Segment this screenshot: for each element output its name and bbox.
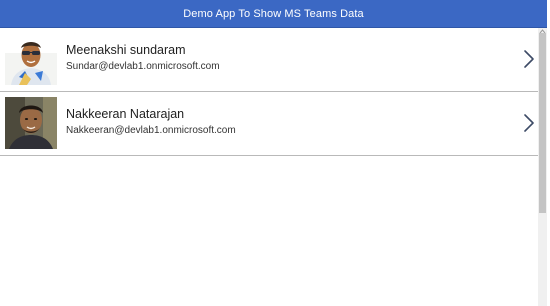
scrollbar-thumb[interactable] [539,33,546,213]
list-item[interactable]: Nakkeeran Natarajan Nakkeeran@devlab1.on… [0,92,538,156]
chevron-right-icon[interactable] [522,112,536,134]
app-window: Demo App To Show MS Teams Data Meenakshi… [0,0,550,306]
vertical-scrollbar[interactable] [538,28,547,306]
user-list: Meenakshi sundaram Sundar@devlab1.onmicr… [0,28,538,156]
user-photo-icon [5,97,57,149]
user-photo-icon [5,33,57,85]
user-name: Nakkeeran Natarajan [66,107,185,121]
list-item[interactable]: Meenakshi sundaram Sundar@devlab1.onmicr… [0,28,538,92]
user-name: Meenakshi sundaram [66,43,186,57]
page-title: Demo App To Show MS Teams Data [183,7,364,20]
avatar [5,97,57,149]
chevron-right-icon[interactable] [522,48,536,70]
user-email: Sundar@devlab1.onmicrosoft.com [66,61,220,72]
avatar [5,33,57,85]
user-email: Nakkeeran@devlab1.onmicrosoft.com [66,125,236,136]
app-header: Demo App To Show MS Teams Data [0,0,547,28]
